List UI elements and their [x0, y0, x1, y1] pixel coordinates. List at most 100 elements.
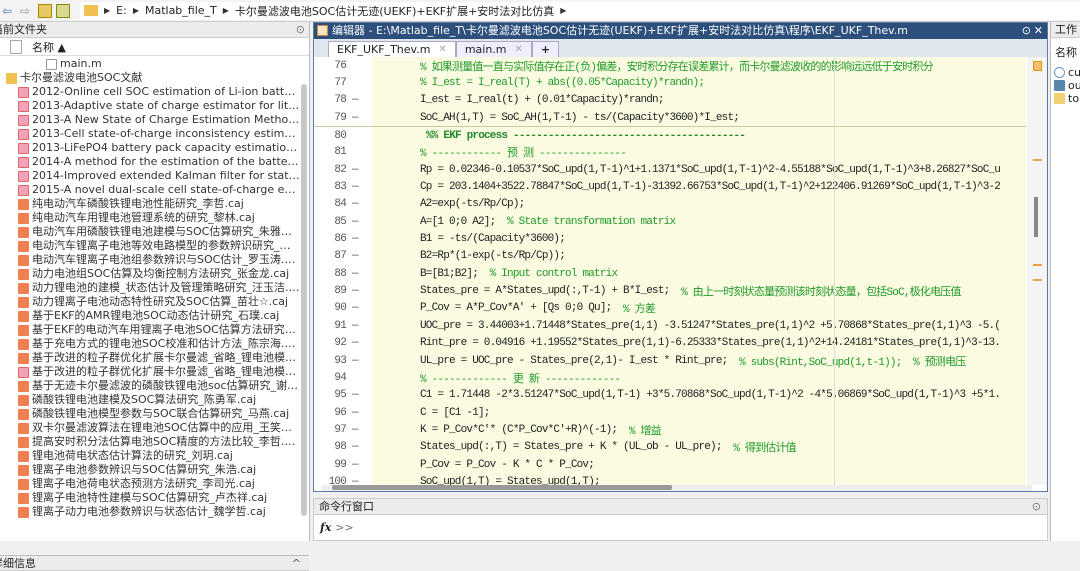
close-tab-icon[interactable]: ✕ — [438, 42, 446, 57]
warning-mark[interactable] — [1033, 279, 1042, 281]
file-list-item[interactable]: 2013-Adaptive state of charge estimator … — [0, 99, 300, 113]
code-line[interactable]: 93— UL_pre = UOC_pre - States_pre(2,1)- I… — [314, 351, 1026, 370]
code-line[interactable]: 84— A2=exp(-ts/Rp/Cp); — [314, 195, 1026, 214]
code-line[interactable]: 97— K = P_Cov*C'* (C*P_Cov*C'+R)^(-1); % … — [314, 421, 1026, 439]
code-line[interactable]: 78— I_est = I_real(t) + (0.01*Capacity)*r… — [314, 91, 1026, 110]
code-line[interactable]: 85— A=[1 0;0 A2]; % State transformation … — [314, 213, 1026, 231]
code-area[interactable]: 76 % 如果测量值一直与实际值存在正(负)偏差，安时积分存在误差累计，而卡尔曼滤… — [314, 57, 1026, 485]
breakpoint-marker[interactable]: — — [348, 389, 372, 401]
workspace-name-column[interactable]: 名称 — [1051, 38, 1080, 66]
browse-folder-icon[interactable] — [56, 3, 70, 18]
breakpoint-marker[interactable]: — — [348, 268, 372, 280]
file-list-item[interactable]: 2015-A novel dual-scale cell state-of-ch… — [0, 183, 300, 197]
column-header[interactable]: 名称 ▲ — [0, 38, 309, 56]
scroll-thumb[interactable] — [332, 485, 672, 490]
file-list-item[interactable]: 纯电动汽车磷酸铁锂电池性能研究_李哲.caj — [0, 197, 300, 211]
breakpoint-marker[interactable]: — — [348, 424, 372, 436]
file-list-item[interactable]: 纯电动汽车用锂电池管理系统的研究_黎林.caj — [0, 211, 300, 225]
file-list-item[interactable]: 2014-Improved extended Kalman filter for… — [0, 169, 300, 183]
editor-vertical-scrollbar[interactable] — [1027, 57, 1047, 485]
code-line[interactable]: 76 % 如果测量值一直与实际值存在正(负)偏差，安时积分存在误差累计，而卡尔曼滤… — [314, 57, 1026, 75]
file-list-item[interactable]: 动力锂离子电池动态特性研究及SOC估算_苗壮☆.caj — [0, 295, 300, 309]
file-list-item[interactable]: 磷酸铁锂电池模型参数与SOC联合估算研究_马燕.caj — [0, 407, 300, 421]
code-line[interactable]: 82— Rp = 0.02346-0.10537*SoC_upd(1,T-1)^1… — [314, 161, 1026, 179]
breakpoint-marker[interactable]: — — [348, 302, 372, 314]
file-list-item[interactable]: 锂离子电池特性建模与SOC估算研究_卢杰祥.caj — [0, 491, 300, 505]
details-panel-header[interactable]: 详细信息 ^ — [0, 555, 309, 571]
file-list-item[interactable]: 锂离子电池参数辨识与SOC估算研究_朱浩.caj — [0, 463, 300, 477]
file-list-item[interactable]: 2013-Cell state-of-charge inconsistency … — [0, 127, 300, 141]
warning-indicator[interactable] — [1033, 61, 1042, 71]
file-list-item[interactable]: 卡尔曼滤波电池SOC文献 — [0, 71, 300, 85]
scroll-thumb[interactable] — [1034, 197, 1038, 237]
file-list-item[interactable]: 基于改进的粒子群优化扩展卡尔曼滤_省略_锂电池模型参数.. — [0, 351, 300, 365]
breakpoint-marker[interactable]: — — [348, 250, 372, 262]
breakpoint-marker[interactable]: — — [348, 459, 372, 471]
function-browser-icon[interactable]: fx — [320, 521, 331, 534]
file-list-item[interactable]: 基于无迹卡尔曼滤波的磷酸铁锂电池soc估算研究_谢广.caj — [0, 379, 300, 393]
back-icon[interactable]: ⇦ — [2, 4, 16, 18]
panel-menu-icon[interactable]: ⊙ — [1032, 499, 1041, 514]
address-bar[interactable]: ▶ E: ▶ Matlab_file_T ▶ 卡尔曼滤波电池SOC估计无迹(UE… — [80, 1, 1080, 20]
file-list-item[interactable]: 双卡尔曼滤波算法在锂电池SOC估算中的应用_王笑天.caj — [0, 421, 300, 435]
tab-ekf-ukf-thev[interactable]: EKF_UKF_Thev.m ✕ — [328, 41, 456, 57]
breadcrumb-folder[interactable]: Matlab_file_T — [145, 4, 217, 17]
breakpoint-marker[interactable]: — — [348, 355, 372, 367]
file-list-item[interactable]: 基于EKF的电动汽车用锂离子电池SOC估算方法研究_刘浩.... — [0, 323, 300, 337]
breadcrumb-subfolder[interactable]: 卡尔曼滤波电池SOC估计无迹(UEKF)+EKF扩展+安时法对比仿真 — [235, 3, 554, 19]
tab-main[interactable]: main.m ✕ — [455, 41, 532, 57]
file-list-item[interactable]: 电动汽车用磷酸铁锂电池建模与SOC估算研究_朱雅俊☆.caj — [0, 225, 300, 239]
horizontal-scrollbar[interactable] — [322, 485, 1032, 491]
breakpoint-marker[interactable]: — — [348, 337, 372, 349]
file-list-item[interactable]: 2014-A method for the estimation of the … — [0, 155, 300, 169]
breakpoint-marker[interactable]: — — [348, 198, 372, 210]
workspace-variable[interactable]: cu — [1051, 66, 1080, 79]
breakpoint-marker[interactable]: — — [348, 181, 372, 193]
code-line[interactable]: 89— States_pre = A*States_upd(:,T-1) + B*… — [314, 282, 1026, 300]
breakpoint-marker[interactable]: — — [348, 216, 372, 228]
breakpoint-marker[interactable]: — — [348, 164, 372, 176]
code-line[interactable]: 77 % I_est = I_real(T) + abs((0.05*Capaci… — [314, 74, 1026, 92]
warning-mark[interactable] — [1033, 159, 1042, 161]
name-column-header[interactable]: 名称 ▲ — [32, 39, 66, 55]
breakpoint-marker[interactable]: — — [348, 233, 372, 245]
file-list-item[interactable]: 基于改进的粒子群优化扩展卡尔曼滤_省略_锂电池模型参数.. — [0, 365, 300, 379]
breadcrumb-drive[interactable]: E: — [116, 4, 127, 17]
file-list-item[interactable]: 动力锂电池的建模_状态估计及管理策略研究_汪玉洁.caj — [0, 281, 300, 295]
file-list-item[interactable]: 电动汽车锂离子电池组参数辨识与SOC估计_罗玉涛.caj — [0, 253, 300, 267]
code-line[interactable]: 95— C1 = 1.71448 -2*3.51247*SoC_upd(1,T-1… — [314, 386, 1026, 404]
code-line[interactable]: 99— P_Cov = P_Cov - K * C * P_Cov; — [314, 455, 1026, 474]
forward-icon[interactable]: ⇨ — [20, 4, 34, 18]
code-line[interactable]: 100— SoC_upd(1,T) = States_upd(1,T); — [314, 473, 1026, 485]
workspace-variable[interactable]: to — [1051, 92, 1080, 105]
code-line[interactable]: 87— B2=Rp*(1-exp(-ts/Rp/Cp)); — [314, 247, 1026, 266]
file-list-item[interactable]: 动力电池组SOC估算及均衡控制方法研究_张金龙.caj — [0, 267, 300, 281]
file-list-item[interactable]: 提高安时积分法估算电池SOC精度的方法比较_李哲.caj — [0, 435, 300, 449]
breakpoint-marker[interactable]: — — [348, 94, 372, 106]
panel-menu-icon[interactable]: ⊙ — [1022, 23, 1031, 39]
command-input[interactable]: fx >> — [314, 515, 1047, 539]
workspace-variable[interactable]: ou — [1051, 79, 1080, 92]
file-list-item[interactable]: 锂离子动力电池参数辨识与状态估计_魏学哲.caj — [0, 505, 300, 519]
file-list-item[interactable]: main.m — [0, 57, 300, 71]
code-line[interactable]: 88— B=[B1;B2]; % Input control matrix — [314, 265, 1026, 283]
up-folder-icon[interactable] — [38, 3, 52, 18]
chevron-up-icon[interactable]: ^ — [292, 556, 301, 570]
breakpoint-marker[interactable]: — — [348, 285, 372, 297]
close-tab-icon[interactable]: ✕ — [515, 42, 523, 57]
file-list-item[interactable]: 基于EKF的AMR锂电池SOC动态估计研究_石璞.caj — [0, 309, 300, 323]
code-line[interactable]: 94 % ------------- 更 新 ------------- — [314, 369, 1026, 387]
file-list-item[interactable]: 基于充电方式的锂电池SOC校准和估计方法_陈宗海.caj — [0, 337, 300, 351]
file-list-item[interactable]: 电动汽车锂离子电池等效电路模型的参数辨识研究_李思.caj — [0, 239, 300, 253]
file-list-item[interactable]: 锂离子电池荷电状态预测方法研究_李司光.caj — [0, 477, 300, 491]
breakpoint-marker[interactable]: — — [348, 320, 372, 332]
file-list-item[interactable]: 锂电池荷电状态估计算法的研究_刘玥.caj — [0, 449, 300, 463]
breakpoint-marker[interactable]: — — [348, 441, 372, 453]
file-list-item[interactable]: 2013-A New State of Charge Estimation Me… — [0, 113, 300, 127]
file-list-item[interactable]: 磷酸铁锂电池建模及SOC算法研究_陈勇军.caj — [0, 393, 300, 407]
breakpoint-marker[interactable]: — — [348, 476, 372, 485]
code-line[interactable]: 92— Rint_pre = 0.04916 +1.19552*States_pr… — [314, 334, 1026, 352]
code-line[interactable]: 86— B1 = -ts/(Capacity*3600); — [314, 230, 1026, 248]
code-line[interactable]: 98— States_upd(:,T) = States_pre + K * (U… — [314, 438, 1026, 456]
new-tab-button[interactable]: + — [531, 41, 560, 57]
